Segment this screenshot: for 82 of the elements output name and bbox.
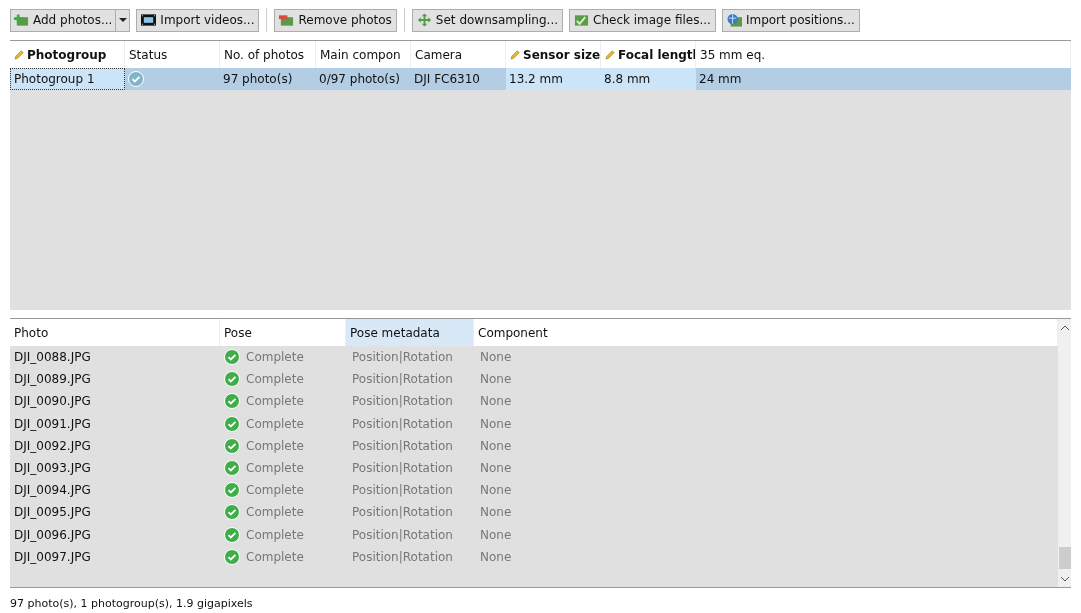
table-cell-text: DJI FC6310	[413, 71, 481, 88]
table-cell-text: Position|Rotation	[351, 437, 454, 455]
pose-status: Complete	[246, 504, 304, 522]
table-cell-text: DJI_0097.JPG	[13, 548, 92, 566]
table-cell-text: DJI_0093.JPG	[13, 460, 92, 478]
column-header[interactable]: Photo	[10, 319, 220, 346]
pose-status: Complete	[246, 393, 304, 411]
scroll-down-icon[interactable]	[1060, 577, 1069, 582]
pose-status: Complete	[246, 349, 304, 367]
check-circle-icon	[224, 371, 240, 388]
toolbar-button[interactable]: Import positions...	[721, 8, 860, 32]
dropdown-button[interactable]	[116, 8, 131, 32]
table-cell-text: 97 photo(s)	[222, 71, 294, 88]
table-cell-text: Position|Rotation	[351, 526, 454, 544]
pose-status: Complete	[246, 482, 304, 500]
check-circle-icon	[224, 548, 240, 565]
globe-icon	[726, 13, 742, 27]
table-cell-text: DJI_0092.JPG	[13, 437, 92, 455]
table-cell-text: DJI_0094.JPG	[13, 482, 92, 500]
table-cell-text: None	[479, 349, 513, 367]
check-circle-icon	[224, 349, 240, 366]
arrows-icon	[416, 13, 432, 27]
table-cell-text: Position|Rotation	[351, 415, 454, 433]
photogroup-row[interactable]: Photogroup 1 97 photo(s) 0/97 photo(s) DJI FC6310 13.2 mm 8.8 mm 24 mm	[10, 68, 1071, 90]
table-cell-text: Position|Rotation	[351, 393, 454, 411]
table-cell-text: None	[479, 393, 513, 411]
check-circle-icon	[224, 526, 240, 543]
table-cell-text: 0/97 photo(s)	[318, 71, 401, 88]
toolbar-button[interactable]: Remove photos	[274, 8, 397, 32]
table-cell-text: DJI_0091.JPG	[13, 415, 92, 433]
table-cell-text: None	[479, 415, 513, 433]
check-circle-icon	[224, 504, 240, 521]
table-cell-text: Position|Rotation	[351, 349, 454, 367]
pencil-icon	[510, 49, 521, 60]
caret-icon	[118, 18, 127, 22]
table-cell-text: DJI_0090.JPG	[13, 393, 92, 411]
toolbar-button[interactable]: Set downsampling...	[411, 8, 563, 32]
pose-status: Complete	[246, 548, 304, 566]
scrollbar[interactable]	[1058, 319, 1071, 587]
scroll-thumb[interactable]	[1058, 547, 1071, 569]
table-cell-text: Position|Rotation	[351, 482, 454, 500]
table-cell: 13.2 mm	[506, 68, 601, 90]
photo-check-icon	[574, 13, 589, 27]
table-cell-text: None	[479, 437, 513, 455]
check-circle-icon	[224, 437, 240, 454]
toolbar-button[interactable]: Check image files...	[569, 8, 716, 32]
table-cell-text: None	[479, 371, 513, 389]
pencil-icon	[605, 49, 616, 60]
pose-status: Complete	[246, 526, 304, 544]
toolbar-button[interactable]: Import videos...	[136, 8, 260, 32]
column-header[interactable]: Pose metadata	[346, 319, 474, 346]
add-photos-button[interactable]: Add photos...	[10, 8, 117, 32]
table-cell-text: None	[479, 504, 513, 522]
table-cell-text: Position|Rotation	[351, 371, 454, 389]
table-cell-text: Position|Rotation	[351, 548, 454, 566]
table-cell-text: DJI_0095.JPG	[13, 504, 92, 522]
table-cell: Photogroup 1	[10, 68, 125, 90]
table-cell-text: Position|Rotation	[351, 504, 454, 522]
pose-status: Complete	[246, 460, 304, 478]
table-cell-text: DJI_0089.JPG	[13, 371, 92, 389]
table-cell-text: None	[479, 460, 513, 478]
check-circle-icon	[224, 415, 240, 432]
pencil-icon	[14, 49, 25, 60]
pose-status: Complete	[246, 371, 304, 389]
table-cell-text: None	[479, 482, 513, 500]
table-cell-text: DJI_0096.JPG	[13, 526, 92, 544]
film-strip-icon	[141, 13, 157, 27]
pose-status: Complete	[246, 415, 304, 433]
photo-minus-icon	[279, 13, 295, 27]
table-cell-text: DJI_0088.JPG	[13, 349, 92, 367]
table-cell-text: Position|Rotation	[351, 460, 454, 478]
photo-plus-icon	[14, 13, 29, 27]
table-cell: 8.8 mm	[601, 68, 696, 90]
check-circle-icon	[224, 393, 240, 410]
pose-status: Complete	[246, 437, 304, 455]
table-cell-text: None	[479, 548, 513, 566]
table-cell-text: None	[479, 526, 513, 544]
table-cell-text: 24 mm	[698, 71, 743, 88]
status-text: 97 photo(s), 1 photogroup(s), 1.9 gigapixels	[10, 597, 253, 610]
check-circle-icon	[224, 460, 240, 477]
scroll-up-icon[interactable]	[1060, 325, 1069, 330]
check-circle-icon	[224, 482, 240, 499]
